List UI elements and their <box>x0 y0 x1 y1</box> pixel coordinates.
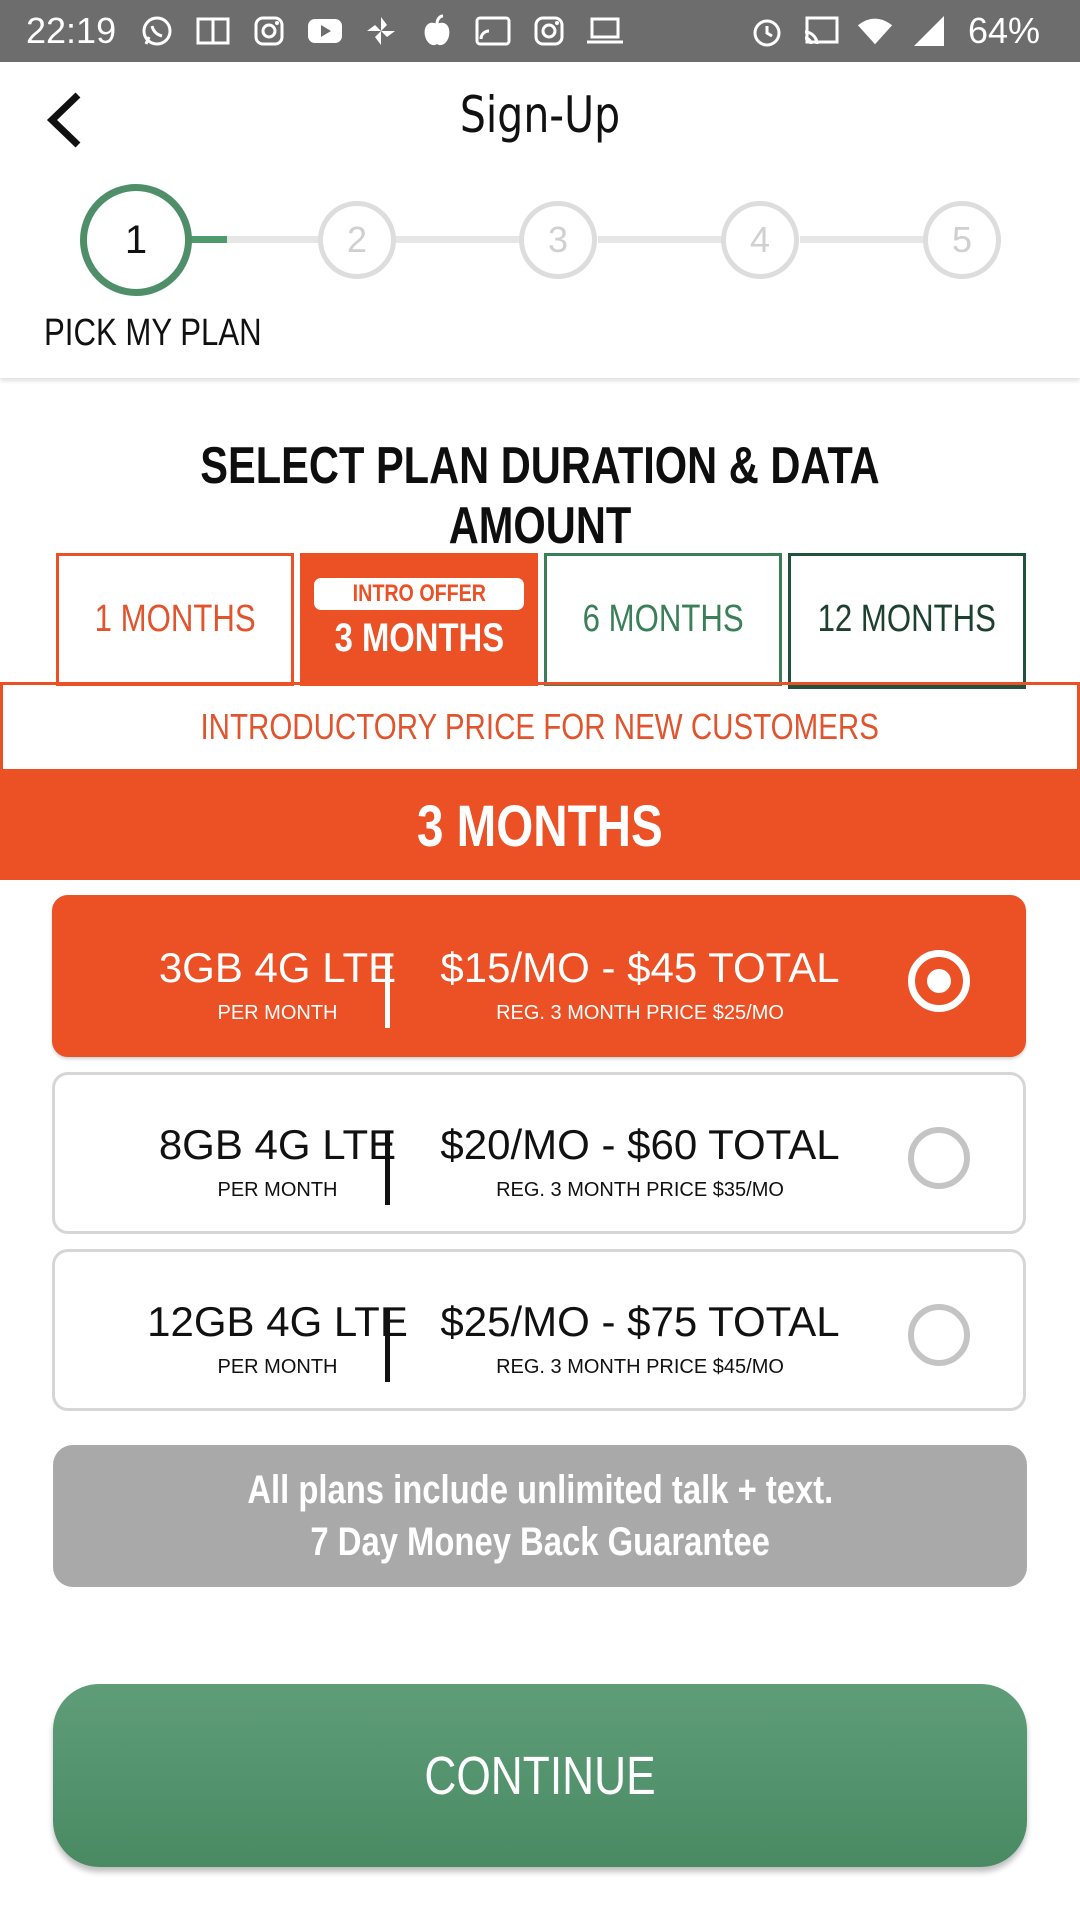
youtube-icon <box>306 12 344 50</box>
step-label: PICK MY PLAN <box>44 312 262 354</box>
alarm-icon <box>748 12 786 50</box>
divider <box>385 956 390 1028</box>
book-icon <box>194 12 232 50</box>
plan-option-3gb[interactable]: 3GB 4G LTE PER MONTH $15/MO - $45 TOTAL … <box>52 895 1026 1057</box>
tab-label: 3 MONTHS <box>334 616 504 660</box>
plan-price: $25/MO - $75 TOTAL <box>440 1298 840 1345</box>
continue-button[interactable]: CONTINUE <box>53 1684 1027 1867</box>
plan-option-8gb[interactable]: 8GB 4G LTE PER MONTH $20/MO - $60 TOTAL … <box>52 1072 1026 1234</box>
radio-button-selected[interactable] <box>908 950 970 1012</box>
step-2: 2 <box>318 201 396 279</box>
page-title: Sign-Up <box>459 86 621 144</box>
tab-label: 12 MONTHS <box>817 598 997 640</box>
plan-price: $20/MO - $60 TOTAL <box>440 1121 840 1168</box>
tab-label: 1 MONTHS <box>94 598 256 640</box>
back-button[interactable] <box>44 88 94 152</box>
instagram-icon <box>530 12 568 50</box>
step-connector <box>227 236 319 243</box>
divider <box>385 1310 390 1382</box>
plan-regular-price: REG. 3 MONTH PRICE $25/MO <box>496 1002 784 1024</box>
info-line-1: All plans include unlimited talk + text. <box>247 1468 833 1512</box>
step-5: 5 <box>923 201 1001 279</box>
signup-header: Sign-Up 1 2 3 4 5 PICK MY PLAN <box>0 62 1080 378</box>
cast-icon <box>802 12 840 50</box>
signal-icon <box>910 12 948 50</box>
step-connector <box>800 236 924 243</box>
intro-price-note: INTRODUCTORY PRICE FOR NEW CUSTOMERS <box>0 682 1080 772</box>
step-3: 3 <box>519 201 597 279</box>
plan-regular-price: REG. 3 MONTH PRICE $35/MO <box>496 1179 784 1201</box>
tab-3-months[interactable]: INTRO OFFER 3 MONTHS <box>300 553 538 686</box>
tab-6-months[interactable]: 6 MONTHS <box>544 553 782 686</box>
step-4: 4 <box>721 201 799 279</box>
status-bar: 22:19 64% <box>0 0 1080 62</box>
step-connector <box>396 236 520 243</box>
http-icon <box>474 12 512 50</box>
radio-button[interactable] <box>908 1127 970 1189</box>
tab-label: 6 MONTHS <box>582 598 744 640</box>
intro-offer-badge: INTRO OFFER <box>314 578 524 610</box>
notification-icons <box>138 12 624 50</box>
section-title: SELECT PLAN DURATION & DATA AMOUNT <box>200 437 880 555</box>
pinwheel-icon <box>362 12 400 50</box>
chevron-left-icon <box>46 92 81 148</box>
duration-banner: 3 MONTHS <box>0 772 1080 880</box>
status-time: 22:19 <box>26 10 117 51</box>
plan-price: $15/MO - $45 TOTAL <box>440 944 840 991</box>
plan-regular-price: REG. 3 MONTH PRICE $45/MO <box>496 1356 784 1378</box>
wifi-icon <box>856 12 894 50</box>
system-icons: 64% <box>748 10 1040 52</box>
continue-label: CONTINUE <box>424 1745 656 1806</box>
plan-option-12gb[interactable]: 12GB 4G LTE PER MONTH $25/MO - $75 TOTAL… <box>52 1249 1026 1411</box>
laptop-icon <box>586 12 624 50</box>
whatsapp-icon <box>138 12 176 50</box>
radio-button[interactable] <box>908 1304 970 1366</box>
info-line-2: 7 Day Money Back Guarantee <box>310 1520 770 1564</box>
step-1: 1 <box>80 184 192 296</box>
divider <box>385 1133 390 1205</box>
instagram-icon <box>250 12 288 50</box>
plan-info-box: All plans include unlimited talk + text.… <box>53 1445 1027 1587</box>
step-connector <box>598 236 722 243</box>
battery-level: 64% <box>967 10 1040 51</box>
tab-12-months[interactable]: 12 MONTHS <box>788 553 1026 686</box>
tab-1-months[interactable]: 1 MONTHS <box>56 553 294 686</box>
apple-icon <box>418 12 456 50</box>
